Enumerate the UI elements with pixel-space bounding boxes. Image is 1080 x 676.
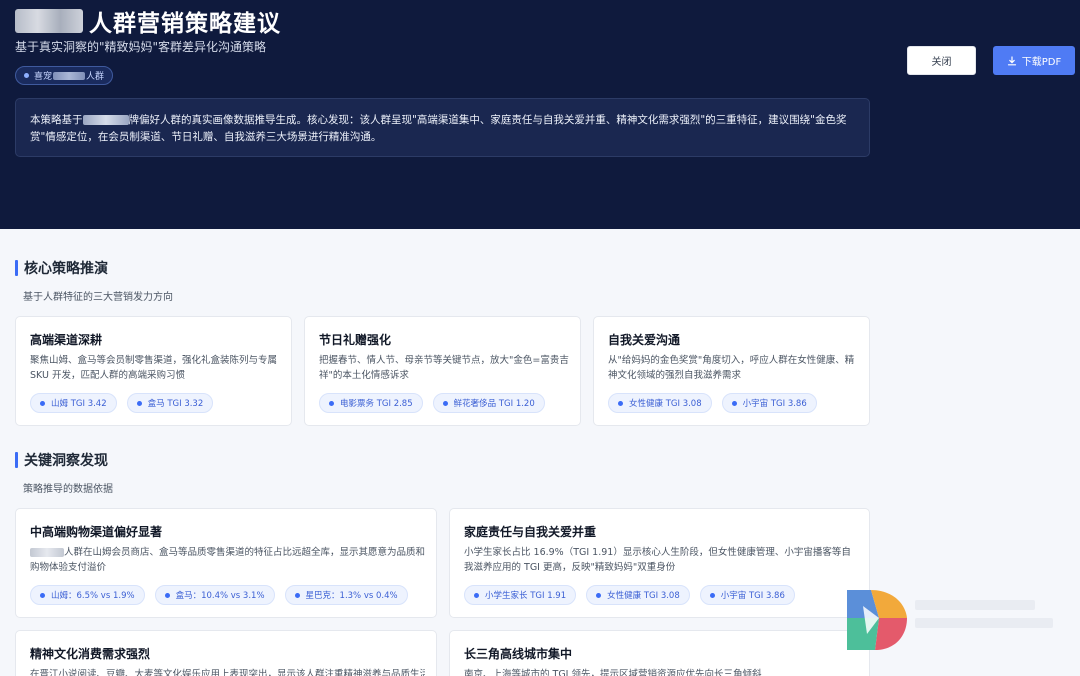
section-title-strategy: 核心策略推演: [15, 258, 108, 278]
card-chips: 山姆 TGI 3.42 盒马 TGI 3.32: [30, 393, 214, 413]
download-pdf-button[interactable]: 下载PDF: [993, 46, 1075, 75]
tag-dot-icon: [24, 73, 29, 78]
audience-tag-prefix: 喜宠: [34, 72, 53, 82]
chip-label: 鲜花奢侈品 TGI 1.20: [453, 399, 535, 409]
card-chips: 山姆：6.5% vs 1.9% 盒马：10.4% vs 3.1% 星巴克：1.3…: [30, 585, 408, 605]
summary-text-start: 本策略基于: [30, 114, 83, 126]
metric-chip: 电影票务 TGI 2.85: [319, 393, 423, 413]
chip-dot-icon: [294, 592, 300, 598]
chip-dot-icon: [164, 592, 170, 598]
page-title: 人群营销策略建议: [89, 11, 281, 37]
card-title: 精神文化消费需求强烈: [30, 647, 151, 661]
chip-dot-icon: [618, 400, 623, 406]
card-description: 从"给妈妈的金色奖赏"角度切入，呼应人群在女性健康、精神文化领域的强烈自我滋养需…: [608, 355, 855, 381]
section-accent-bar: [15, 452, 18, 468]
card-description: 小学生家长占比 16.9%（TGI 1.91）显示核心人生阶段，但女性健康管理、…: [464, 547, 851, 573]
chip-label: 小学生家长 TGI 1.91: [485, 591, 567, 601]
metric-chip: 鲜花奢侈品 TGI 1.20: [432, 393, 545, 413]
section-title-text: 关键洞察发现: [24, 453, 108, 469]
section-subtitle-insights: 策略推导的数据依据: [23, 484, 113, 495]
metric-chip: 女性健康 TGI 3.08: [608, 393, 712, 413]
chip-label: 女性健康 TGI 3.08: [607, 591, 680, 601]
metric-chip: 盒马 TGI 3.32: [126, 393, 214, 413]
card-description: 人群在山姆会员商店、盒马等品质零售渠道的特征占比远超全库，显示其愿意为品质和购物…: [30, 545, 425, 575]
redacted-text: [53, 71, 86, 80]
chip-dot-icon: [474, 592, 479, 598]
chip-label: 山姆 TGI 3.42: [51, 399, 107, 409]
metric-chip: 女性健康 TGI 3.08: [586, 585, 690, 605]
card-description: 把握春节、情人节、母亲节等关键节点，放大"金色=富贵吉祥"的本土化情感诉求: [319, 355, 569, 381]
section-title-text: 核心策略推演: [24, 261, 108, 277]
watermark-text: [915, 600, 1055, 648]
insight-card: 长三角高线城市集中 南京、上海等城市的 TGI 领先，提示区域营销资源应优先向长…: [449, 630, 870, 676]
redacted-text: [30, 548, 64, 557]
card-chips: 电影票务 TGI 2.85 鲜花奢侈品 TGI 1.20: [319, 393, 545, 413]
insight-card: 家庭责任与自我关爱并重 小学生家长占比 16.9%（TGI 1.91）显示核心人…: [449, 508, 870, 618]
insight-card: 精神文化消费需求强烈 在晋江小说阅读、豆瓣、大麦等文化娱乐应用上表现突出，显示该…: [15, 630, 437, 676]
title-row: 人群营销策略建议: [15, 4, 281, 38]
metric-chip: 小宇宙 TGI 3.86: [721, 393, 817, 413]
metric-chip: 星巴克：1.3% vs 0.4%: [284, 585, 408, 605]
section-subtitle-strategy: 基于人群特征的三大营销发力方向: [23, 292, 173, 303]
chip-dot-icon: [40, 400, 45, 406]
strategy-card: 自我关爱沟通 从"给妈妈的金色奖赏"角度切入，呼应人群在女性健康、精神文化领域的…: [593, 316, 870, 426]
card-title: 长三角高线城市集中: [464, 647, 573, 661]
chip-dot-icon: [40, 592, 45, 598]
metric-chip: 山姆 TGI 3.42: [30, 393, 117, 413]
report-header: 人群营销策略建议 基于真实洞察的"精致妈妈"客群差异化沟通策略 喜宠 人群 本策…: [0, 0, 1080, 229]
chip-label: 星巴克：1.3% vs 0.4%: [305, 591, 398, 601]
strategy-summary: 本策略基于 牌偏好人群的真实画像数据推导生成。核心发现：该人群呈现"高端渠道集中、…: [15, 98, 870, 157]
card-description: 聚焦山姆、盒马等会员制零售渠道，强化礼盒装陈列与专属 SKU 开发，匹配人群的高…: [30, 355, 278, 381]
close-button[interactable]: 关闭: [907, 46, 976, 75]
page-subtitle: 基于真实洞察的"精致妈妈"客群差异化沟通策略: [15, 40, 267, 54]
metric-chip: 小宇宙 TGI 3.86: [699, 585, 795, 605]
strategy-card: 节日礼赠强化 把握春节、情人节、母亲节等关键节点，放大"金色=富贵吉祥"的本土化…: [304, 316, 581, 426]
chip-dot-icon: [709, 592, 715, 598]
chip-dot-icon: [442, 400, 448, 406]
chip-label: 盒马 TGI 3.32: [147, 399, 204, 409]
chip-label: 女性健康 TGI 3.08: [629, 399, 702, 409]
audience-tag: 喜宠 人群: [15, 66, 114, 85]
audience-tag-suffix: 人群: [86, 72, 105, 82]
redacted-brand-name: [15, 9, 83, 33]
card-title: 自我关爱沟通: [608, 333, 681, 347]
card-chips: 小学生家长 TGI 1.91 女性健康 TGI 3.08 小宇宙 TGI 3.8…: [464, 585, 795, 605]
chip-label: 盒马：10.4% vs 3.1%: [175, 591, 265, 601]
chip-label: 小宇宙 TGI 3.86: [720, 591, 785, 601]
insight-card: 中高端购物渠道偏好显著 人群在山姆会员商店、盒马等品质零售渠道的特征占比远超全库…: [15, 508, 437, 618]
card-title: 高端渠道深耕: [30, 333, 103, 347]
card-chips: 女性健康 TGI 3.08 小宇宙 TGI 3.86: [608, 393, 817, 413]
section-accent-bar: [15, 260, 18, 276]
watermark-logo-icon: [845, 588, 909, 652]
chip-label: 电影票务 TGI 2.85: [340, 399, 413, 409]
chip-label: 小宇宙 TGI 3.86: [742, 399, 807, 409]
download-icon: [1007, 55, 1017, 66]
card-description: 在晋江小说阅读、豆瓣、大麦等文化娱乐应用上表现突出，显示该人群注重精神滋养与品质…: [30, 669, 425, 676]
chip-dot-icon: [329, 400, 334, 406]
download-pdf-label: 下载PDF: [1021, 57, 1062, 68]
section-title-insights: 关键洞察发现: [15, 450, 108, 470]
summary-text-rest: 牌偏好人群的真实画像数据推导生成。核心发现：该人群呈现"高端渠道集中、家庭责任与…: [30, 114, 847, 143]
chip-dot-icon: [731, 400, 737, 406]
metric-chip: 盒马：10.4% vs 3.1%: [154, 585, 275, 605]
card-title: 家庭责任与自我关爱并重: [464, 525, 597, 539]
redacted-text: [82, 115, 129, 125]
chip-label: 山姆：6.5% vs 1.9%: [51, 591, 135, 601]
card-title: 中高端购物渠道偏好显著: [30, 525, 163, 539]
metric-chip: 小学生家长 TGI 1.91: [464, 585, 577, 605]
strategy-card: 高端渠道深耕 聚焦山姆、盒马等会员制零售渠道，强化礼盒装陈列与专属 SKU 开发…: [15, 316, 292, 426]
chip-dot-icon: [596, 592, 602, 598]
card-description-text: 人群在山姆会员商店、盒马等品质零售渠道的特征占比远超全库，显示其愿意为品质和购物…: [30, 547, 426, 573]
card-title: 节日礼赠强化: [319, 333, 392, 347]
chip-dot-icon: [136, 400, 142, 406]
metric-chip: 山姆：6.5% vs 1.9%: [30, 585, 145, 605]
card-description: 南京、上海等城市的 TGI 领先，提示区域营销资源应优先向长三角倾斜: [464, 669, 762, 676]
